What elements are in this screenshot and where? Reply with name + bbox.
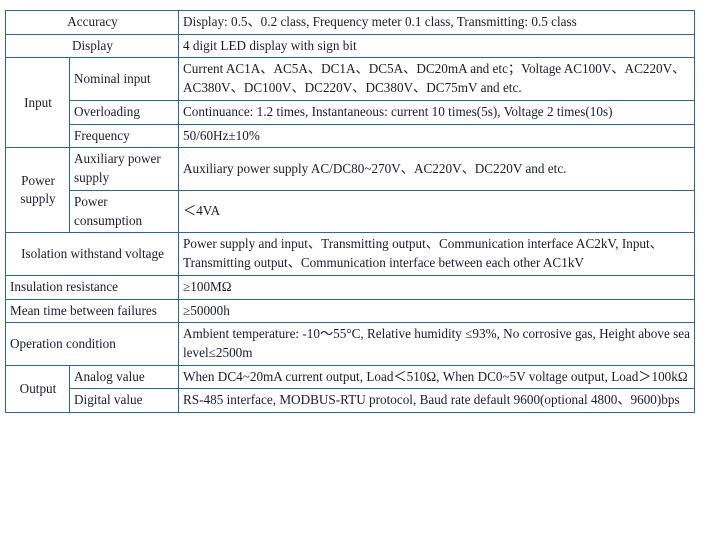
row-sublabel: Power consumption — [68, 189, 180, 234]
row-label: Insulation resistance — [4, 274, 180, 300]
table-row: Input Nominal input Current AC1A、AC5A、DC1A… — [5, 57, 696, 149]
row-value: Auxiliary power supply AC/DC80~270V、AC22… — [178, 147, 696, 191]
row-label: Mean time between failures — [4, 298, 180, 324]
row-label: Accuracy — [4, 10, 180, 35]
table-row: Insulation resistance ≥100MΩ — [4, 274, 696, 300]
row-sublabel: Overloading — [68, 99, 180, 125]
row-sublabel: Frequency — [68, 123, 180, 149]
row-label: Isolation withstand voltage — [4, 232, 180, 276]
row-value: Display: 0.5、0.2 class, Frequency meter … — [178, 10, 696, 35]
table-row: Operation condition Ambient temperature: … — [4, 322, 696, 366]
row-value: ≥100MΩ — [178, 274, 696, 300]
row-value: ＜4VA — [178, 189, 696, 234]
row-value: When DC4~20mA current output, Load＜510Ω,… — [178, 364, 696, 390]
row-value: ≥50000h — [178, 298, 696, 324]
row-value: Ambient temperature: -10～55°C, Relative … — [178, 322, 696, 366]
specification-table: Accuracy Display: 0.5、0.2 class, Frequenc… — [4, 10, 696, 414]
row-sublabel: Nominal input — [68, 57, 180, 101]
table-row: Power supply Auxiliary power supply Auxili… — [5, 147, 696, 234]
row-value: Current AC1A、AC5A、DC1A、DC5A、DC20mA and e… — [178, 57, 696, 101]
table-row: Display 4 digit LED display with sign bit — [4, 33, 696, 59]
table-row: Frequency 50/60Hz±10% — [6, 123, 696, 149]
specification-table-body: Accuracy Display: 0.5、0.2 class, Frequenc… — [4, 10, 696, 414]
row-sublabel: Analog value — [68, 364, 180, 390]
row-value: Power supply and input、Transmitting outp… — [178, 232, 696, 276]
table-row: Accuracy Display: 0.5、0.2 class, Frequenc… — [4, 10, 696, 35]
table-row: Power consumption ＜4VA — [6, 189, 696, 234]
row-value: Continuance: 1.2 times, Instantaneous: c… — [178, 99, 696, 125]
row-group-label: Input — [5, 57, 70, 149]
row-group-label: Power supply — [5, 147, 70, 234]
row-group-label: Output — [5, 364, 70, 414]
row-label: Operation condition — [4, 322, 180, 366]
table-row: Overloading Continuance: 1.2 times, Insta… — [6, 99, 696, 125]
table-row: Digital value RS-485 interface, MODBUS-RT… — [6, 388, 696, 414]
row-value: 4 digit LED display with sign bit — [178, 33, 696, 59]
row-sublabel: Auxiliary power supply — [68, 147, 180, 191]
table-row: Isolation withstand voltage Power supply … — [4, 232, 696, 276]
row-label: Display — [4, 33, 180, 59]
table-row: Mean time between failures ≥50000h — [4, 298, 696, 324]
row-value: 50/60Hz±10% — [178, 123, 696, 149]
table-row: Output Analog value When DC4~20mA current … — [5, 364, 696, 414]
row-value: RS-485 interface, MODBUS-RTU protocol, B… — [178, 388, 696, 414]
row-sublabel: Digital value — [68, 388, 180, 414]
specification-table-container: Accuracy Display: 0.5、0.2 class, Frequenc… — [4, 10, 696, 414]
